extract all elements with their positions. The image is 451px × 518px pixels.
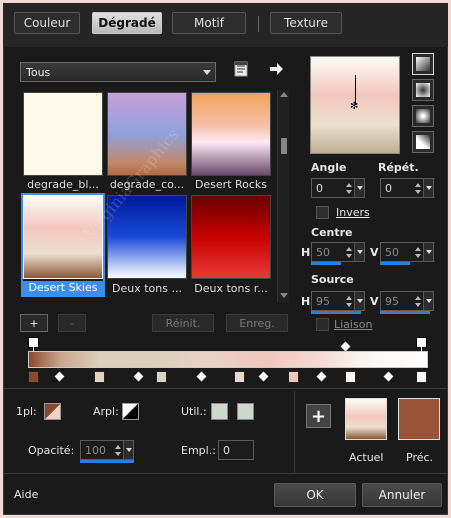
tab-texture[interactable]: Texture (270, 12, 342, 34)
center-v-dropdown-icon[interactable] (423, 243, 433, 261)
color-stop-1[interactable] (28, 371, 39, 383)
opacity-label: Opacité: (28, 444, 75, 457)
gradient-label-desert-rocks: Desert Rocks (194, 178, 268, 191)
center-v-level (380, 262, 410, 265)
center-h-dropdown-icon[interactable] (354, 243, 364, 261)
scroll-down-icon[interactable] (280, 293, 288, 298)
color-stop-5[interactable] (288, 371, 299, 383)
current-swatch-label: Actuel (349, 451, 384, 464)
tab-motif[interactable]: Motif (172, 12, 246, 34)
gradient-editor-bar[interactable] (28, 351, 428, 368)
ok-button[interactable]: OK (274, 483, 356, 507)
source-v-level (380, 311, 430, 314)
center-handle-icon[interactable]: ✻ (350, 101, 358, 112)
position-label: Empl.: (181, 444, 216, 457)
help-link[interactable]: Aide (14, 488, 38, 501)
source-v-input[interactable]: 95 (380, 291, 434, 311)
angle-input[interactable]: 0 (311, 178, 365, 198)
chevron-down-icon (203, 70, 211, 75)
center-v-input[interactable]: 50 (380, 242, 434, 262)
center-h-level (311, 262, 341, 265)
current-swatch[interactable] (345, 398, 387, 440)
rectangular-type-button[interactable] (412, 79, 434, 101)
tab-separator (258, 16, 259, 32)
opacity-input[interactable]: 100 (80, 440, 134, 460)
gradient-preview[interactable]: ✻ (310, 56, 400, 154)
background-plan-color-button[interactable] (122, 403, 139, 420)
gradient-thumb-deux-tons-r[interactable] (191, 195, 271, 279)
position-input[interactable]: 0 (218, 440, 254, 460)
source-v-dropdown-icon[interactable] (423, 292, 433, 310)
user-color-label: Util.: (181, 405, 207, 418)
user-color-swatch[interactable] (211, 403, 228, 420)
link-label: Liaison (334, 318, 373, 331)
gradient-list-scrollbar[interactable] (277, 90, 289, 302)
radial-gradient-icon (416, 109, 430, 123)
reset-gradient-button[interactable]: Réinit. (152, 314, 214, 332)
center-label: Centre (311, 226, 353, 239)
footer-divider (3, 473, 448, 474)
category-filter-select[interactable]: Tous (20, 62, 216, 82)
user-color-swatch-alt[interactable] (237, 403, 254, 420)
radial-type-button[interactable] (412, 105, 434, 127)
add-gradient-button[interactable]: + (20, 314, 48, 332)
center-h-input[interactable]: 50 (311, 242, 365, 262)
sunburst-type-button[interactable] (412, 131, 434, 153)
repeat-input[interactable]: 0 (380, 178, 434, 198)
section-divider (3, 388, 448, 389)
source-h-dropdown-icon[interactable] (354, 292, 364, 310)
rectangular-gradient-icon (416, 83, 430, 97)
color-stop-3[interactable] (156, 371, 167, 383)
opacity-level (80, 460, 134, 463)
scroll-thumb[interactable] (281, 138, 287, 154)
previous-swatch-label: Préc. (406, 451, 434, 464)
save-gradient-button[interactable]: Enreg. (226, 314, 288, 332)
angle-label: Angle (311, 161, 347, 174)
source-h-level (311, 311, 361, 314)
gradient-thumb-degrade-bl[interactable] (23, 92, 103, 176)
source-label: Source (311, 273, 354, 286)
color-stop-6[interactable] (345, 371, 356, 383)
previous-swatch[interactable] (398, 398, 440, 440)
center-v-label: V (370, 246, 379, 259)
background-plan-label: Arpl: (93, 405, 119, 418)
linear-type-button[interactable] (412, 53, 434, 75)
opacity-dropdown-icon[interactable] (123, 441, 133, 459)
invert-label: Invers (336, 206, 370, 219)
gradient-label-deux-tons-r: Deux tons r... (194, 282, 268, 295)
library-icon[interactable] (233, 61, 249, 77)
source-h-label: H (301, 295, 311, 308)
invert-checkbox[interactable] (316, 206, 329, 219)
cancel-button[interactable]: Annuler (362, 483, 442, 507)
vertical-divider (294, 391, 295, 473)
add-swatch-button[interactable]: + (306, 404, 331, 428)
link-checkbox[interactable] (316, 318, 329, 331)
color-stop-2[interactable] (94, 371, 105, 383)
color-stop-4[interactable] (234, 371, 245, 383)
gradient-thumb-desert-rocks[interactable] (191, 92, 271, 176)
first-plan-label: 1pl: (16, 405, 37, 418)
repeat-label: Répét. (378, 161, 419, 174)
sunburst-gradient-icon (416, 135, 430, 149)
scroll-up-icon[interactable] (280, 92, 288, 97)
source-v-label: V (370, 295, 379, 308)
color-stop-7[interactable] (416, 371, 427, 383)
first-plan-color-button[interactable] (44, 403, 61, 420)
arrow-right-icon[interactable] (268, 61, 284, 77)
tab-couleur[interactable]: Couleur (14, 12, 80, 34)
remove-gradient-button[interactable]: - (58, 314, 86, 332)
category-filter-value: Tous (26, 65, 51, 79)
gradient-label-desert-skies: Desert Skies (21, 281, 105, 297)
angle-dropdown-icon[interactable] (354, 179, 364, 197)
gradient-label-deux-tons: Deux tons ... (112, 282, 182, 295)
source-h-input[interactable]: 95 (311, 291, 365, 311)
center-h-label: H (301, 246, 311, 259)
tab-degrade[interactable]: Dégradé (92, 12, 162, 34)
repeat-dropdown-icon[interactable] (423, 179, 433, 197)
linear-gradient-icon (416, 57, 430, 71)
gradient-label-degrade-bl: degrade_bl... (27, 178, 99, 191)
